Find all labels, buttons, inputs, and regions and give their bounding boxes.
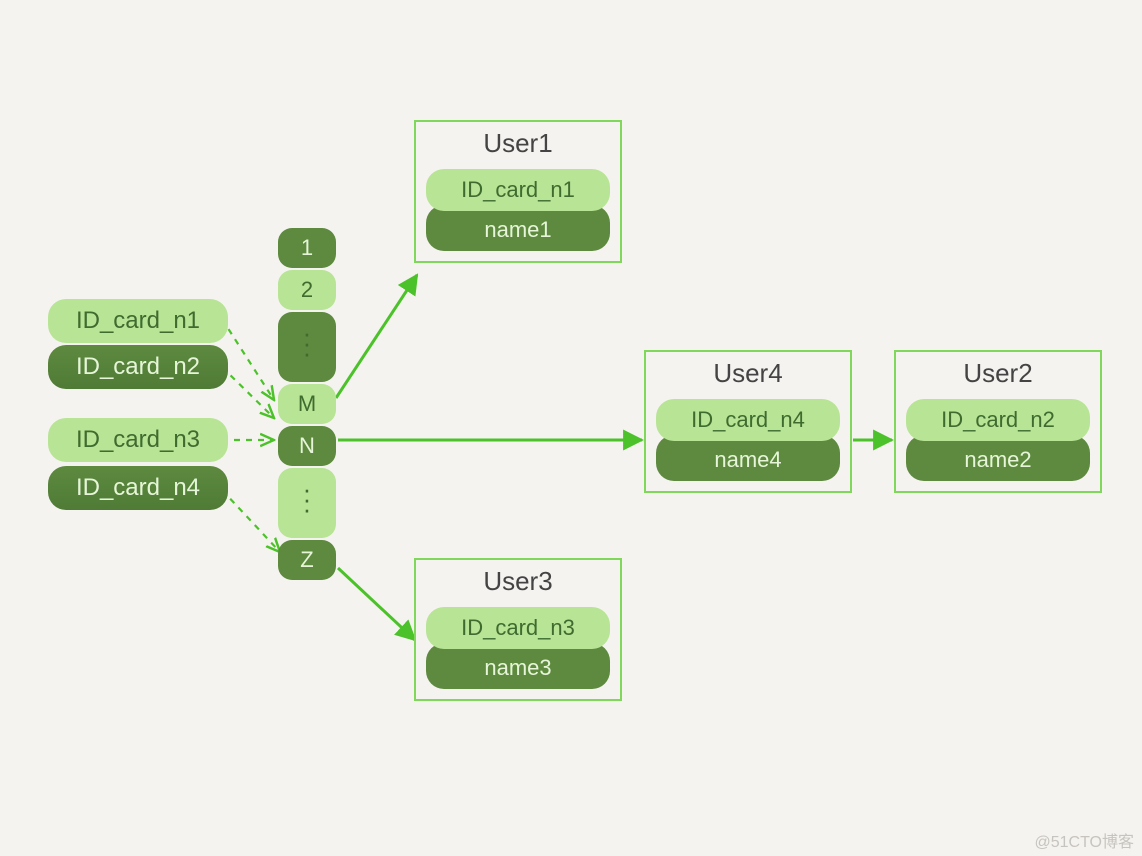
idcard-2: ID_card_n2: [48, 345, 228, 389]
hash-slot-N: N: [278, 426, 336, 466]
user2-box: User2 ID_card_n2 name2: [894, 350, 1102, 493]
hash-slot-Z: Z: [278, 540, 336, 580]
user1-id: ID_card_n1: [426, 169, 610, 211]
dots-top: ···: [278, 328, 336, 358]
user1-name: name1: [426, 205, 610, 251]
user2-id: ID_card_n2: [906, 399, 1090, 441]
idcard-1-label: ID_card_n1: [76, 307, 200, 335]
hash-slot-2: 2: [278, 270, 336, 310]
hash-slot-2-label: 2: [301, 277, 313, 303]
user4-title: User4: [656, 358, 840, 389]
hash-slot-1: 1: [278, 228, 336, 268]
idcard-2-label: ID_card_n2: [76, 353, 200, 381]
user4-name: name4: [656, 435, 840, 481]
user3-box: User3 ID_card_n3 name3: [414, 558, 622, 701]
user2-title: User2: [906, 358, 1090, 389]
idcard-4: ID_card_n4: [48, 466, 228, 510]
watermark: @51CTO博客: [1034, 828, 1134, 852]
hash-slot-1-label: 1: [301, 235, 313, 261]
arrow-hash-to-user3: [338, 568, 415, 640]
user1-box: User1 ID_card_n1 name1: [414, 120, 622, 263]
user1-title: User1: [426, 128, 610, 159]
hash-slot-M-label: M: [298, 391, 316, 417]
hash-slot-N-label: N: [299, 433, 315, 459]
user3-name: name3: [426, 643, 610, 689]
user4-id: ID_card_n4: [656, 399, 840, 441]
arrow-idcard2-to-hash: [222, 367, 274, 418]
arrow-idcard4-to-hash: [222, 490, 280, 552]
user4-box: User4 ID_card_n4 name4: [644, 350, 852, 493]
user2-name: name2: [906, 435, 1090, 481]
idcard-4-label: ID_card_n4: [76, 474, 200, 502]
idcard-1: ID_card_n1: [48, 299, 228, 343]
hash-slot-Z-label: Z: [300, 547, 313, 573]
user3-title: User3: [426, 566, 610, 597]
arrow-hash-to-user1: [336, 275, 417, 398]
user3-id: ID_card_n3: [426, 607, 610, 649]
idcard-3-label: ID_card_n3: [76, 426, 200, 454]
dots-bottom: ···: [278, 484, 336, 514]
arrow-idcard1-to-hash: [222, 319, 274, 400]
hash-slot-M: M: [278, 384, 336, 424]
idcard-3: ID_card_n3: [48, 418, 228, 462]
diagram-canvas: ID_card_n1 ID_card_n2 ID_card_n3 ID_card…: [0, 0, 1142, 856]
